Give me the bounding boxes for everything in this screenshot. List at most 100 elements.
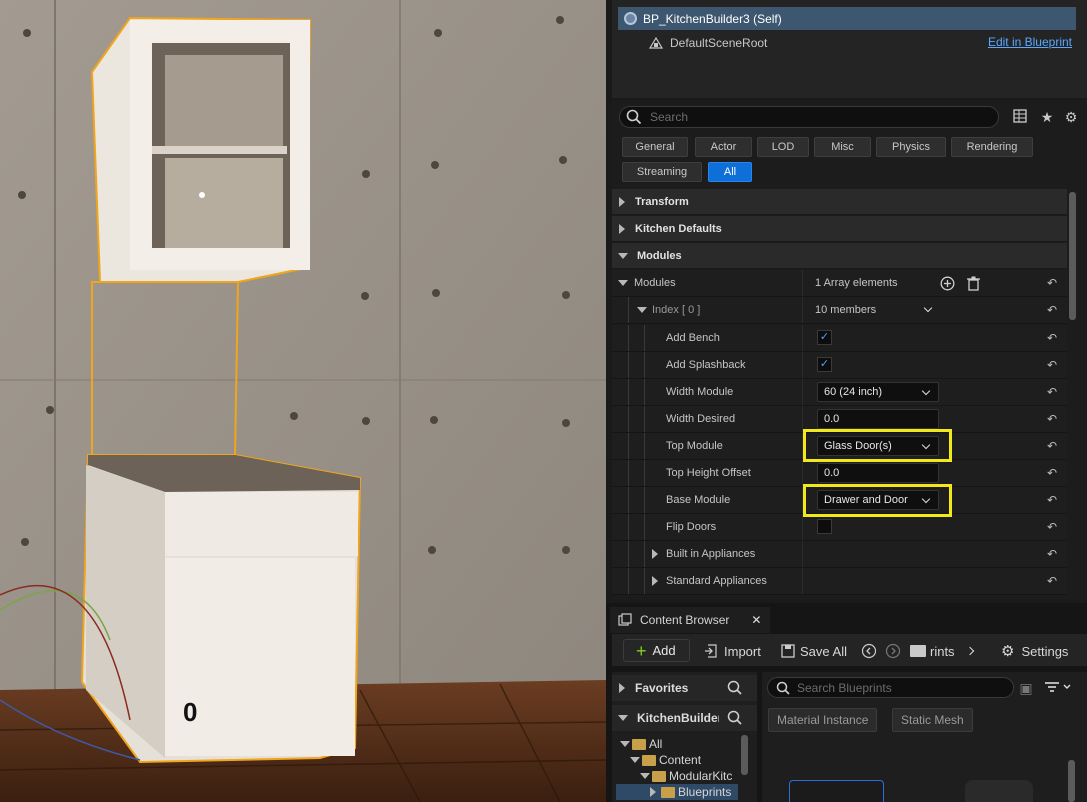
top-module-highlight bbox=[803, 429, 952, 462]
flip-doors-checkbox[interactable] bbox=[817, 519, 832, 534]
collapse-arrow-icon[interactable] bbox=[618, 280, 628, 286]
sources-scrollbar[interactable] bbox=[741, 735, 748, 775]
modules-array-row: Modules 1 Array elements ↶ bbox=[612, 270, 1067, 297]
search-blueprints-input[interactable]: Search Blueprints bbox=[767, 677, 1014, 698]
category-kitchen-defaults[interactable]: Kitchen Defaults bbox=[612, 216, 1067, 242]
width-module-dropdown[interactable]: 60 (24 inch) bbox=[817, 382, 939, 402]
filter-streaming[interactable]: Streaming bbox=[622, 162, 702, 182]
built-in-appliances-row: Built in Appliances ↶ bbox=[612, 541, 1067, 568]
filter-general[interactable]: General bbox=[622, 137, 688, 157]
reset-arrow-icon[interactable]: ↶ bbox=[1045, 466, 1059, 480]
tree-item-blueprints-label: Blueprints bbox=[678, 785, 732, 799]
reset-arrow-icon[interactable]: ↶ bbox=[1045, 276, 1059, 290]
collapse-arrow-icon[interactable] bbox=[637, 307, 647, 313]
reset-arrow-icon[interactable]: ↶ bbox=[1045, 412, 1059, 426]
folder-icon bbox=[661, 786, 675, 798]
add-splashback-label: Add Splashback bbox=[666, 359, 746, 371]
close-icon[interactable]: ✕ bbox=[751, 613, 761, 627]
width-desired-input[interactable]: 0.0 bbox=[817, 409, 939, 429]
filter-rendering[interactable]: Rendering bbox=[951, 137, 1033, 157]
filter-chip-material-instance[interactable]: Material Instance bbox=[768, 708, 878, 732]
filter-lod[interactable]: LOD bbox=[757, 137, 809, 157]
reset-arrow-icon[interactable]: ↶ bbox=[1045, 385, 1059, 399]
add-button-label: Add bbox=[652, 643, 676, 658]
filter-all[interactable]: All bbox=[708, 162, 752, 182]
filter-misc[interactable]: Misc bbox=[814, 137, 871, 157]
reset-arrow-icon[interactable]: ↶ bbox=[1045, 520, 1059, 534]
expand-arrow-icon bbox=[619, 223, 625, 234]
tree-item-all[interactable]: All bbox=[620, 736, 662, 752]
top-height-offset-input[interactable]: 0.0 bbox=[817, 463, 939, 483]
expand-arrow-icon[interactable] bbox=[652, 576, 658, 586]
reset-arrow-icon[interactable]: ↶ bbox=[1045, 547, 1059, 561]
reset-arrow-icon[interactable]: ↶ bbox=[1045, 358, 1059, 372]
history-back-icon[interactable] bbox=[861, 641, 877, 661]
details-search-input[interactable]: Search bbox=[619, 106, 999, 128]
search-icon bbox=[626, 109, 642, 125]
edit-in-blueprint-link[interactable]: Edit in Blueprint bbox=[988, 35, 1072, 49]
path-crumb-label: rints bbox=[930, 643, 955, 659]
level-viewport[interactable]: 0 bbox=[0, 0, 606, 802]
default-scene-root-row[interactable]: DefaultSceneRoot bbox=[648, 34, 767, 52]
favorite-star-icon[interactable]: ★ bbox=[1039, 109, 1055, 125]
kitchen-builder-section[interactable]: KitchenBuilder bbox=[612, 705, 757, 731]
add-button[interactable]: + Add bbox=[623, 639, 690, 662]
reset-arrow-icon[interactable]: ↶ bbox=[1045, 331, 1059, 345]
chevron-down-icon[interactable] bbox=[923, 303, 933, 313]
asset-tile[interactable] bbox=[789, 780, 884, 802]
standard-appliances-label: Standard Appliances bbox=[666, 575, 767, 587]
history-forward-icon[interactable] bbox=[885, 641, 901, 661]
add-element-icon[interactable] bbox=[940, 276, 955, 291]
base-module-highlight bbox=[803, 484, 952, 517]
flip-doors-row: Flip Doors ↶ bbox=[612, 514, 1067, 541]
modules-array-label: Modules bbox=[634, 277, 676, 289]
search-icon[interactable] bbox=[727, 710, 743, 726]
reset-arrow-icon[interactable]: ↶ bbox=[1045, 574, 1059, 588]
settings-gear-icon[interactable]: ⚙ bbox=[1063, 109, 1079, 125]
add-bench-checkbox[interactable]: ✓ bbox=[817, 330, 832, 345]
tree-item-content[interactable]: Content bbox=[630, 752, 701, 768]
add-splashback-checkbox[interactable]: ✓ bbox=[817, 357, 832, 372]
reset-arrow-icon[interactable]: ↶ bbox=[1045, 493, 1059, 507]
reset-arrow-icon[interactable]: ↶ bbox=[1045, 439, 1059, 453]
index-0-label: Index [ 0 ] bbox=[652, 304, 701, 316]
assets-scrollbar[interactable] bbox=[1068, 760, 1075, 802]
filter-icon[interactable] bbox=[1042, 680, 1074, 696]
search-blueprints-placeholder: Search Blueprints bbox=[797, 680, 892, 695]
chevron-right-icon[interactable] bbox=[965, 646, 974, 656]
favorites-label: Favorites bbox=[635, 681, 689, 695]
table-view-icon[interactable] bbox=[1012, 109, 1028, 125]
reset-arrow-icon[interactable]: ↶ bbox=[1045, 303, 1059, 317]
content-browser-tab[interactable]: Content Browser ✕ bbox=[610, 607, 770, 633]
details-search-placeholder: Search bbox=[650, 110, 689, 124]
path-breadcrumb[interactable]: rints bbox=[910, 641, 974, 661]
save-all-button[interactable]: Save All bbox=[781, 641, 847, 661]
tree-item-content-label: Content bbox=[659, 753, 702, 767]
category-modules[interactable]: Modules bbox=[612, 243, 1067, 269]
index-0-row: Index [ 0 ] 10 members ↶ bbox=[612, 297, 1067, 324]
tree-item-blueprints[interactable]: Blueprints bbox=[616, 784, 738, 800]
tree-item-all-label: All bbox=[649, 737, 663, 751]
filter-chip-static-mesh[interactable]: Static Mesh bbox=[892, 708, 973, 732]
search-icon[interactable] bbox=[727, 680, 743, 696]
category-transform[interactable]: Transform bbox=[612, 189, 1067, 215]
settings-button[interactable]: ⚙ Settings bbox=[1001, 641, 1068, 661]
favorites-section[interactable]: Favorites bbox=[612, 675, 757, 701]
actor-icon bbox=[624, 12, 637, 25]
filter-physics[interactable]: Physics bbox=[876, 137, 946, 157]
details-scrollbar[interactable] bbox=[1069, 192, 1076, 320]
tree-item-modular-kitchen[interactable]: ModularKitc bbox=[640, 768, 738, 784]
chevron-down-icon bbox=[921, 386, 931, 396]
settings-button-label: Settings bbox=[1021, 643, 1069, 659]
collapse-arrow-icon bbox=[630, 757, 640, 763]
trash-icon[interactable] bbox=[967, 276, 980, 291]
viewport-scene bbox=[0, 0, 606, 802]
selected-actor-row[interactable]: BP_KitchenBuilder3 (Self) bbox=[618, 7, 1076, 30]
save-search-icon[interactable]: ▣ bbox=[1018, 680, 1034, 696]
asset-tile[interactable] bbox=[965, 780, 1033, 802]
filter-actor[interactable]: Actor bbox=[695, 137, 752, 157]
expand-arrow-icon[interactable] bbox=[652, 549, 658, 559]
import-button-label: Import bbox=[724, 643, 761, 659]
import-button[interactable]: Import bbox=[704, 641, 761, 661]
top-height-offset-label: Top Height Offset bbox=[666, 467, 751, 479]
